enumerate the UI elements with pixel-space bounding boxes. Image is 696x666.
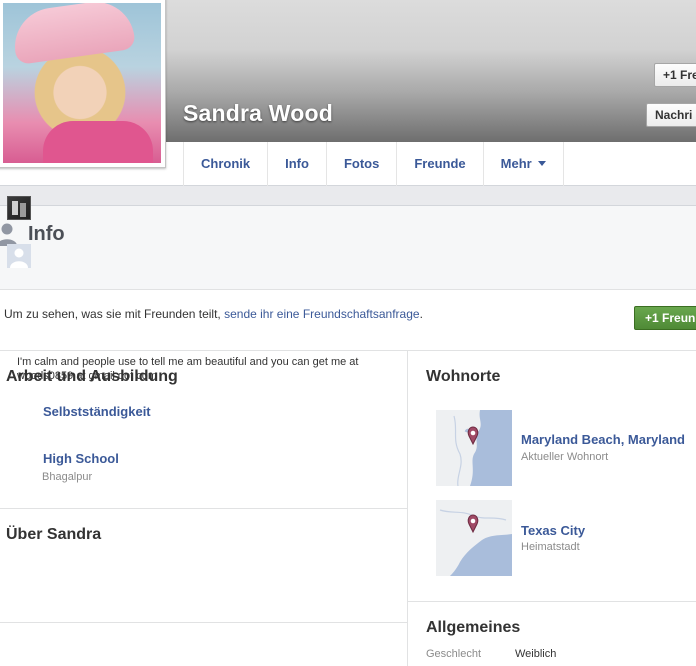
tab-freunde[interactable]: Freunde	[397, 142, 484, 186]
tab-chronik[interactable]: Chronik	[184, 142, 269, 186]
map-thumbnail-maryland[interactable]	[436, 410, 512, 486]
map-icon	[436, 500, 512, 576]
place-subtitle-current: Aktueller Wohnort	[521, 451, 609, 463]
info-title: Info	[28, 223, 65, 245]
school-item-link[interactable]: High School	[43, 451, 119, 466]
school-icon[interactable]	[7, 244, 31, 268]
tab-info[interactable]: Info	[268, 142, 327, 186]
divider	[0, 622, 407, 623]
notice-suffix: .	[419, 307, 423, 321]
info-header: Info	[0, 206, 696, 290]
gender-label: Geschlecht	[426, 648, 482, 660]
profile-picture[interactable]	[0, 0, 166, 168]
column-divider	[407, 351, 408, 666]
divider	[0, 350, 696, 351]
tab-mehr-label: Mehr	[500, 156, 532, 171]
work-thumbnail[interactable]	[7, 196, 31, 220]
profile-tabs: Chronik Info Fotos Freunde Mehr	[183, 142, 564, 186]
work-item-link[interactable]: Selbstständigkeit	[43, 404, 151, 419]
photo-shirt	[43, 121, 153, 163]
divider	[0, 508, 407, 509]
place-link-texas[interactable]: Texas City	[521, 523, 585, 538]
map-icon	[436, 410, 512, 486]
gender-value: Weiblich	[515, 648, 557, 660]
about-title: Über Sandra	[6, 526, 102, 543]
general-title: Allgemeines	[426, 619, 521, 636]
divider	[408, 601, 696, 602]
about-text: I'm calm and people use to tell me am be…	[17, 356, 359, 382]
tab-fotos[interactable]: Fotos	[327, 142, 398, 186]
friend-request-link[interactable]: sende ihr eine Freundschaftsanfrage	[224, 307, 419, 321]
info-card: Info Um zu sehen, was sie mit Freunden t…	[0, 196, 696, 666]
profile-page: Sandra Wood +1 Fre Nachri Chronik Info F…	[0, 0, 696, 666]
profile-name: Sandra Wood	[183, 100, 334, 126]
photo-cap	[9, 3, 137, 66]
chevron-down-icon	[537, 161, 546, 166]
message-button[interactable]: Nachri	[646, 103, 696, 127]
school-location: Bhagalpur	[42, 471, 93, 483]
add-friend-button[interactable]: +1 Fre	[654, 63, 696, 87]
place-subtitle-home: Heimatstadt	[521, 541, 580, 553]
tab-mehr[interactable]: Mehr	[484, 142, 564, 186]
person-icon	[0, 223, 17, 246]
friend-notice: Um zu sehen, was sie mit Freunden teilt,…	[4, 307, 423, 321]
place-link-maryland[interactable]: Maryland Beach, Maryland	[521, 432, 685, 447]
map-thumbnail-texas[interactable]	[436, 500, 512, 576]
profile-photo-image	[3, 3, 161, 163]
add-friend-green-button[interactable]: +1 Freun	[634, 306, 696, 330]
places-title: Wohnorte	[426, 368, 501, 385]
notice-text: Um zu sehen, was sie mit Freunden teilt,	[4, 307, 225, 321]
